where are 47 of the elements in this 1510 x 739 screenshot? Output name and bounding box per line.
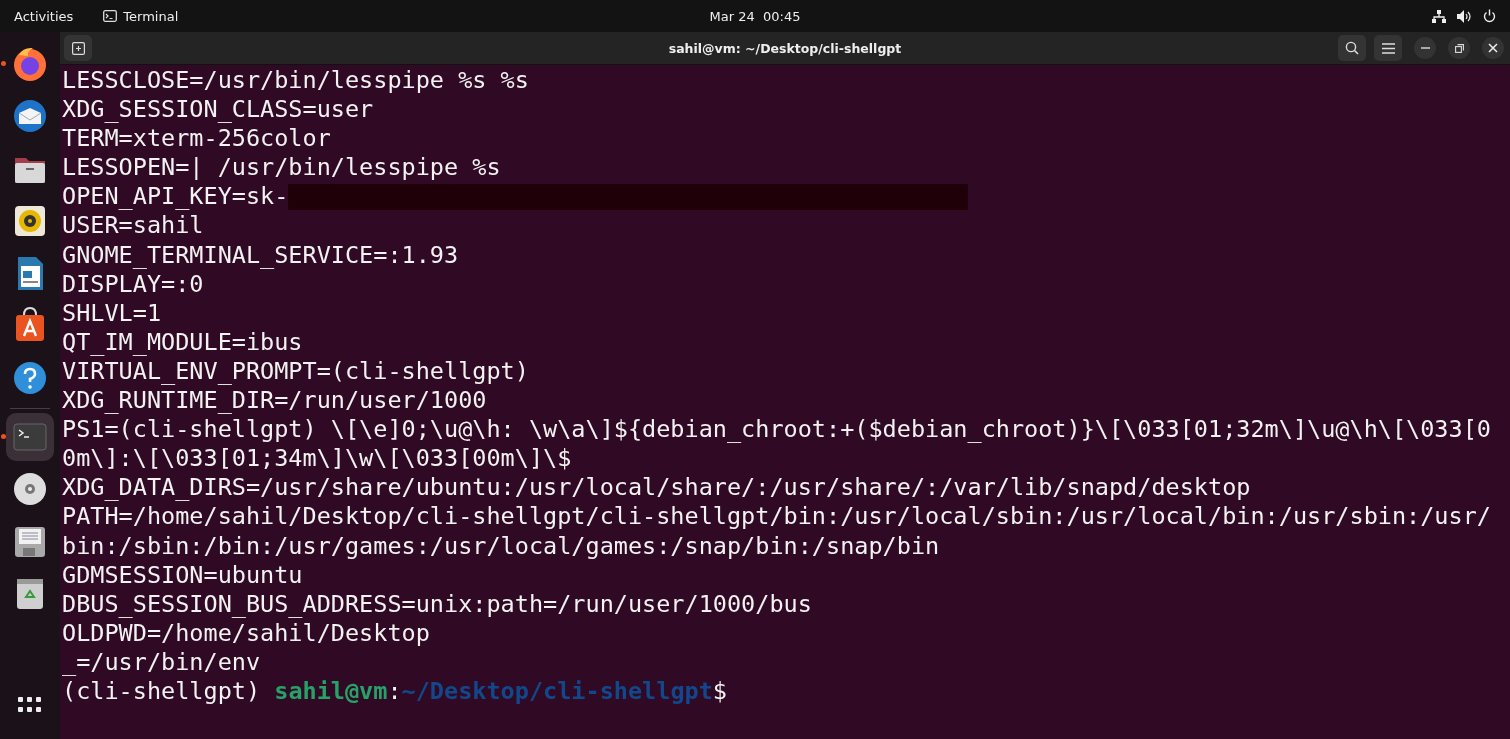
terminal-line: 0m\]:\[\033[01;34m\]\w\[\033[00m\]\$ — [62, 444, 572, 474]
prompt-user: sahil@vm — [274, 676, 388, 707]
prompt-text: : — [387, 676, 402, 707]
terminal-line: VIRTUAL_ENV_PROMPT=(cli-shellgpt) — [62, 356, 529, 387]
search-icon — [1345, 41, 1359, 55]
menu-button[interactable] — [1374, 35, 1402, 61]
clock[interactable]: Mar 24 00:45 — [709, 8, 801, 24]
new-tab-icon — [71, 41, 85, 55]
terminal-icon — [103, 10, 118, 22]
activities-button[interactable]: Activities — [14, 8, 74, 24]
terminal-line: GDMSESSION=ubuntu — [62, 560, 303, 590]
close-icon — [1488, 43, 1498, 53]
prompt-path: ~/Desktop/cli-shellgpt — [401, 676, 713, 707]
terminal-line: OLDPWD=/home/sahil/Desktop — [62, 618, 430, 648]
close-button[interactable] — [1482, 37, 1504, 59]
minimize-icon — [1420, 47, 1430, 49]
terminal-line: LESSCLOSE=/usr/bin/lesspipe %s %s — [62, 66, 529, 96]
terminal-line: PATH=/home/sahil/Desktop/cli-shellgpt/cli-shellgpt/bin:/usr/local/sbin:/usr/local/bin:/usr/sbin:/usr/ — [62, 502, 1491, 532]
terminal-line: XDG_DATA_DIRS=/usr/share/ubuntu:/usr/local/share/:/usr/share/:/var/lib/snapd/desktop — [62, 473, 1251, 503]
terminal-line: SHLVL=1 — [62, 298, 162, 328]
terminal-line: DISPLAY=:0 — [62, 269, 204, 299]
new-tab-button[interactable] — [64, 35, 92, 61]
terminal-line: USER=sahil — [62, 211, 204, 241]
terminal-line: bin:/sbin:/bin:/usr/games:/usr/local/games:/snap/bin:/snap/bin — [62, 531, 940, 561]
terminal-line: XDG_RUNTIME_DIR=/run/user/1000 — [62, 386, 487, 416]
terminal-line: XDG_SESSION_CLASS=user — [62, 95, 374, 125]
terminal-line: _=/usr/bin/env — [62, 647, 261, 677]
app-grid-icon[interactable] — [18, 697, 42, 715]
menu-icon — [1381, 42, 1395, 54]
terminal-line: LESSOPEN=| /usr/bin/lesspipe %s — [62, 153, 501, 183]
power-icon[interactable] — [1483, 9, 1496, 23]
terminal-line: DBUS_SESSION_BUS_ADDRESS=unix:path=/run/user/1000/bus — [62, 589, 812, 619]
window-title: sahil@vm: ~/Desktop/cli-shellgpt — [668, 40, 902, 56]
network-icon[interactable] — [1432, 9, 1446, 23]
terminal-line: PS1=(cli-shellgpt) \[\e]0;\u@\h: \w\a\]${debian_chroot:+($debian_chroot)}\[\033[01;32m\]\u@\h\[\033[0 — [62, 415, 1491, 445]
app-menu[interactable]: Terminal — [123, 8, 179, 24]
restore-icon — [1454, 43, 1464, 53]
search-button[interactable] — [1338, 35, 1366, 61]
prompt-text: $ — [712, 676, 727, 707]
terminal-line: QT_IM_MODULE=ibus — [62, 327, 303, 357]
terminal-line: TERM=xterm-256color — [62, 124, 331, 154]
restore-button[interactable] — [1448, 37, 1470, 59]
volume-icon[interactable] — [1457, 9, 1472, 23]
terminal-line: GNOME_TERMINAL_SERVICE=:1.93 — [62, 240, 459, 270]
terminal-line: OPEN_API_KEY=sk- — [62, 182, 289, 212]
prompt-text: (cli-shellgpt) — [62, 676, 262, 707]
minimize-button[interactable] — [1414, 37, 1436, 59]
